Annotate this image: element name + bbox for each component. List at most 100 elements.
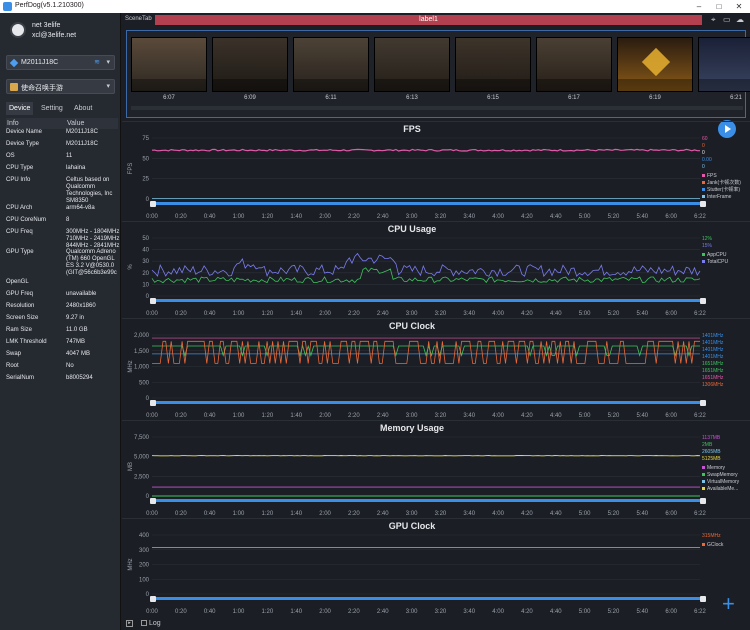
slider-handle-left[interactable] — [150, 596, 156, 602]
x-tick-label: 3:20 — [435, 511, 447, 517]
chevron-down-icon: ▾ — [106, 83, 110, 90]
time-range-slider[interactable] — [150, 596, 706, 602]
info-key: Device Name — [6, 129, 43, 135]
x-tick-label: 6:22 — [694, 311, 706, 317]
chart-panel-clock: CPU Clock 1401MHz 1401MHz 1401MHz 1401MHz 165… — [122, 318, 750, 420]
log-checkbox[interactable] — [141, 620, 147, 626]
x-tick-label: 6:00 — [665, 214, 677, 220]
y-tick-label: 400 — [139, 533, 150, 539]
info-key: CPU Info — [6, 177, 31, 183]
slider-bar — [154, 597, 702, 600]
y-tick-label: 100 — [139, 577, 150, 583]
add-icon[interactable]: + — [722, 593, 735, 615]
wifi-icon: ≋ — [94, 59, 100, 66]
thumbnail-time: 6:21 — [730, 95, 742, 101]
info-table-header: Info Value — [6, 118, 118, 129]
screenshot-thumbnail[interactable] — [455, 37, 531, 92]
tab-setting[interactable]: Setting — [38, 102, 66, 115]
x-tick-label: 0:00 — [146, 413, 158, 419]
slider-handle-right[interactable] — [700, 498, 706, 504]
screenshot-thumbnail[interactable] — [617, 37, 693, 92]
x-tick-label: 3:40 — [463, 511, 475, 517]
y-axis-label: MB — [128, 462, 134, 471]
time-range-slider[interactable] — [150, 498, 706, 504]
slider-handle-left[interactable] — [150, 298, 156, 304]
window-title: PerfDog(v5.1.210300) — [15, 2, 84, 9]
cloud-icon[interactable]: ☁ — [736, 15, 744, 24]
tab-about[interactable]: About — [71, 102, 95, 115]
y-tick-label: 50 — [142, 156, 149, 162]
screenshot-thumbnail[interactable] — [212, 37, 288, 92]
screenshot-thumbnail[interactable] — [698, 37, 750, 92]
app-select[interactable]: 使命召唤手游 ▾ — [6, 79, 115, 94]
thumbnail-time: 6:07 — [163, 95, 175, 101]
folder-icon[interactable]: ▭ — [723, 15, 731, 24]
avatar[interactable] — [10, 22, 26, 38]
info-value: 2480x1860 — [66, 303, 96, 309]
x-tick-label: 3:20 — [435, 311, 447, 317]
slider-handle-right[interactable] — [700, 201, 706, 207]
y-tick-label: 75 — [142, 136, 149, 142]
maximize-button[interactable]: □ — [709, 0, 729, 13]
screenshot-thumbnail[interactable] — [374, 37, 450, 92]
slider-handle-right[interactable] — [700, 298, 706, 304]
x-tick-label: 6:22 — [694, 609, 706, 615]
main-panel: SceneTab label1 ⌖ ▭ ☁ 6:07 6:09 6:11 6:13 6:… — [122, 13, 750, 630]
location-icon[interactable]: ⌖ — [711, 15, 716, 25]
label-tab[interactable]: label1 — [155, 15, 702, 25]
y-axis-label: MHz — [128, 558, 134, 570]
chart-panel-mem: Memory Usage 1137MB 2MB 2605MB 5125MB Memory S… — [122, 420, 750, 518]
x-tick-label: 2:00 — [319, 413, 331, 419]
chart-panel-fps: FPS 60 0 0 0.00 0 FPS Jank(卡顿次数) Stutter(卡顿率) Int… — [122, 121, 750, 221]
screenshot-thumbnail[interactable] — [131, 37, 207, 92]
time-range-slider[interactable] — [150, 400, 706, 406]
x-tick-label: 0:40 — [204, 214, 216, 220]
slider-handle-right[interactable] — [700, 400, 706, 406]
x-tick-label: 1:20 — [262, 311, 274, 317]
info-key: Swap — [6, 351, 22, 357]
chevron-down-icon: ▾ — [106, 59, 110, 66]
x-tick-label: 0:40 — [204, 311, 216, 317]
info-value: lahaina — [66, 165, 86, 171]
x-tick-label: 2:00 — [319, 511, 331, 517]
x-tick-label: 5:40 — [636, 511, 648, 517]
x-tick-label: 0:00 — [146, 311, 158, 317]
info-value: 11 — [66, 153, 73, 159]
x-tick-label: 2:20 — [348, 311, 360, 317]
y-tick-label: 1,500 — [134, 349, 150, 355]
info-value: 9.27 in — [66, 315, 85, 321]
x-tick-label: 5:20 — [608, 413, 620, 419]
x-tick-label: 6:22 — [694, 214, 706, 220]
slider-bar — [154, 299, 702, 302]
info-value: M2011J18C — [66, 129, 98, 135]
info-key: Resolution — [6, 303, 35, 309]
minimize-button[interactable]: – — [689, 0, 709, 13]
x-tick-label: 0:40 — [204, 413, 216, 419]
sidebar: net 3elife xcl@3elife.net M2011J18C ≋ ▾ … — [0, 13, 121, 630]
x-tick-label: 2:20 — [348, 413, 360, 419]
x-tick-label: 4:40 — [550, 511, 562, 517]
screenshot-thumbnail[interactable] — [536, 37, 612, 92]
tab-device[interactable]: Device — [6, 102, 34, 115]
slider-handle-left[interactable] — [150, 400, 156, 406]
x-tick-label: 1:00 — [233, 311, 245, 317]
device-select[interactable]: M2011J18C ≋ ▾ — [6, 55, 115, 70]
x-tick-label: 0:20 — [175, 214, 187, 220]
slider-handle-left[interactable] — [150, 498, 156, 504]
x-tick-label: 4:20 — [521, 311, 533, 317]
y-tick-label: 7,500 — [134, 435, 150, 441]
close-button[interactable]: ✕ — [729, 0, 749, 13]
scene-tab[interactable]: SceneTab — [122, 16, 154, 25]
screenshot-scrollbar[interactable] — [131, 106, 743, 110]
time-range-slider[interactable] — [150, 201, 706, 207]
screenshot-thumbnail[interactable] — [293, 37, 369, 92]
slider-handle-left[interactable] — [150, 201, 156, 207]
info-key: OS — [6, 153, 15, 159]
slider-handle-right[interactable] — [700, 596, 706, 602]
expand-icon[interactable]: ▸ — [126, 620, 133, 627]
x-tick-label: 2:00 — [319, 214, 331, 220]
info-value: 8 — [66, 217, 70, 223]
x-tick-label: 4:40 — [550, 214, 562, 220]
series-line-fps — [151, 148, 700, 152]
time-range-slider[interactable] — [150, 298, 706, 304]
